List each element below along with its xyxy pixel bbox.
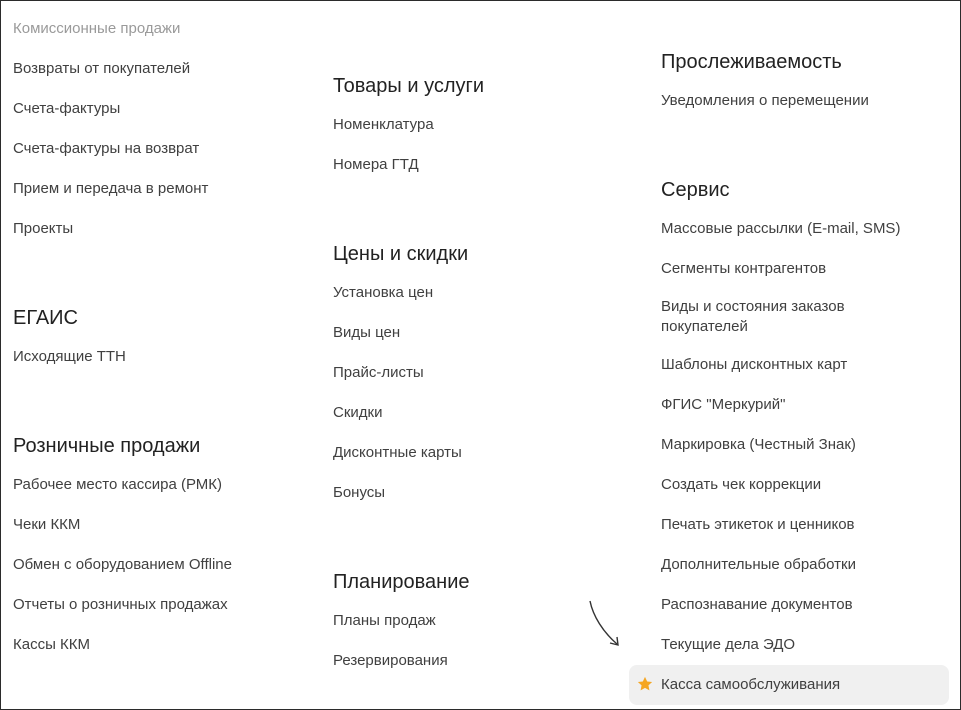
menu-item-self-checkout-label[interactable]: Касса самообслуживания bbox=[661, 675, 840, 695]
section-heading-retail: Розничные продажи bbox=[13, 435, 201, 457]
section-heading-planning: Планирование bbox=[333, 571, 470, 593]
menu-item-kkm-cashboxes[interactable]: Кассы ККМ bbox=[13, 635, 90, 655]
menu-item-reservations[interactable]: Резервирования bbox=[333, 651, 448, 671]
section-heading-service: Сервис bbox=[661, 179, 730, 201]
section-heading-egais: ЕГАИС bbox=[13, 307, 78, 329]
menu-item-discount-card-templates[interactable]: Шаблоны дисконтных карт bbox=[661, 355, 847, 375]
menu-item-discount-cards[interactable]: Дисконтные карты bbox=[333, 443, 462, 463]
menu-item-document-recognition[interactable]: Распознавание документов bbox=[661, 595, 853, 615]
menu-item-correction-receipt[interactable]: Создать чек коррекции bbox=[661, 475, 821, 495]
menu-item-price-lists[interactable]: Прайс-листы bbox=[333, 363, 424, 383]
menu-item-retail-reports[interactable]: Отчеты о розничных продажах bbox=[13, 595, 228, 615]
menu-item-cashier-workplace[interactable]: Рабочее место кассира (РМК) bbox=[13, 475, 222, 495]
menu-item-kkm-receipts[interactable]: Чеки ККМ bbox=[13, 515, 80, 535]
menu-item-order-states[interactable]: Виды и состояния заказов покупателей bbox=[661, 297, 931, 337]
curved-arrow-icon bbox=[589, 600, 619, 646]
menu-item-repair-transfer[interactable]: Прием и передача в ремонт bbox=[13, 179, 208, 199]
section-heading-prices: Цены и скидки bbox=[333, 243, 469, 265]
menu-item-label-printing[interactable]: Печать этикеток и ценников bbox=[661, 515, 855, 535]
menu-item-return-invoices[interactable]: Счета-фактуры на возврат bbox=[13, 139, 199, 159]
menu-item-edo-current-tasks[interactable]: Текущие дела ЭДО bbox=[661, 635, 795, 655]
menu-item-offline-exchange[interactable]: Обмен с оборудованием Offline bbox=[13, 555, 232, 575]
menu-item-gtd-numbers[interactable]: Номера ГТД bbox=[333, 155, 419, 175]
section-heading-goods: Товары и услуги bbox=[333, 75, 484, 97]
menu-item-marking[interactable]: Маркировка (Честный Знак) bbox=[661, 435, 856, 455]
menu-item-movement-notices[interactable]: Уведомления о перемещении bbox=[661, 91, 869, 111]
menu-item-nomenclature[interactable]: Номенклатура bbox=[333, 115, 434, 135]
menu-item-outgoing-ttn[interactable]: Исходящие ТТН bbox=[13, 347, 126, 367]
menu-item-projects[interactable]: Проекты bbox=[13, 219, 73, 239]
menu-item-customer-returns[interactable]: Возвраты от покупателей bbox=[13, 59, 190, 79]
menu-item-discounts[interactable]: Скидки bbox=[333, 403, 382, 423]
menu-item-commission-sales[interactable]: Комиссионные продажи bbox=[13, 19, 180, 39]
menu-item-sales-plans[interactable]: Планы продаж bbox=[333, 611, 436, 631]
menu-item-set-prices[interactable]: Установка цен bbox=[333, 283, 433, 303]
menu-item-fgis-mercury[interactable]: ФГИС "Меркурий" bbox=[661, 395, 785, 415]
section-heading-traceability: Прослеживаемость bbox=[661, 51, 842, 73]
menu-item-bonuses[interactable]: Бонусы bbox=[333, 483, 385, 503]
menu-item-mass-mailing[interactable]: Массовые рассылки (E-mail, SMS) bbox=[661, 219, 900, 239]
menu-item-counterparty-segments[interactable]: Сегменты контрагентов bbox=[661, 259, 826, 279]
menu-item-price-types[interactable]: Виды цен bbox=[333, 323, 400, 343]
menu-item-additional-processing[interactable]: Дополнительные обработки bbox=[661, 555, 856, 575]
menu-item-invoices[interactable]: Счета-фактуры bbox=[13, 99, 120, 119]
star-icon[interactable] bbox=[636, 675, 654, 693]
